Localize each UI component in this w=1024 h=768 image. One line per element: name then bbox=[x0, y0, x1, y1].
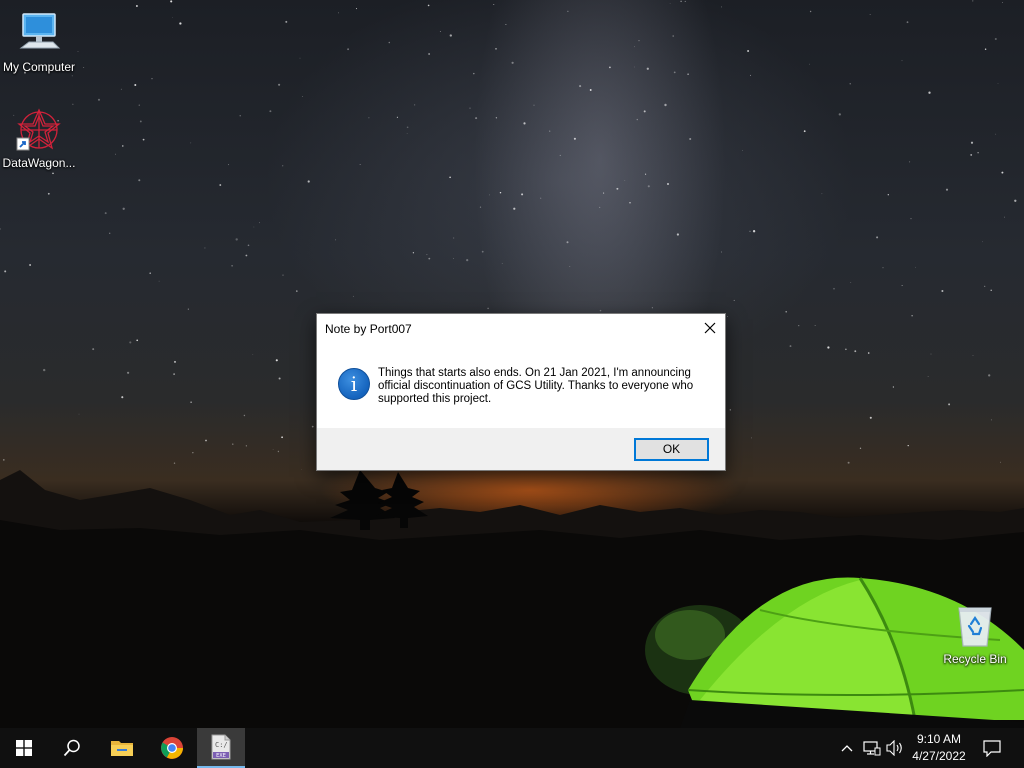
desktop-icon-label: DataWagon... bbox=[2, 156, 76, 170]
desktop-icon-label: Recycle Bin bbox=[943, 652, 1007, 666]
exe-file-icon: C:/ EXE bbox=[211, 734, 231, 760]
network-icon bbox=[863, 741, 881, 756]
clock[interactable]: 9:10 AM 4/27/2022 bbox=[906, 731, 972, 765]
desktop-icon-my-computer[interactable]: My Computer bbox=[0, 10, 78, 74]
exe-badge: EXE bbox=[216, 753, 226, 759]
close-icon bbox=[704, 322, 716, 334]
clock-date: 4/27/2022 bbox=[912, 749, 966, 763]
dialog-title: Note by Port007 bbox=[325, 322, 412, 336]
show-hidden-icons-button[interactable] bbox=[838, 728, 856, 768]
close-button[interactable] bbox=[695, 314, 725, 342]
message-dialog: Note by Port007 i Things that starts als… bbox=[316, 313, 726, 471]
search-icon bbox=[63, 739, 80, 757]
desktop-icon-label: My Computer bbox=[2, 60, 76, 74]
taskbar: C:/ EXE 9:10 AM 4/27/2022 bbox=[0, 728, 1024, 768]
info-icon: i bbox=[338, 368, 370, 400]
network-button[interactable] bbox=[860, 728, 884, 768]
recycle-bin-icon bbox=[951, 602, 999, 650]
exe-app-button[interactable]: C:/ EXE bbox=[197, 728, 245, 768]
folder-icon bbox=[111, 741, 133, 756]
start-button[interactable] bbox=[0, 728, 48, 768]
dialog-footer: OK bbox=[317, 428, 725, 470]
datawagon-shortcut-icon bbox=[15, 106, 63, 154]
chrome-icon bbox=[161, 737, 183, 759]
desktop-icon-recycle-bin[interactable]: Recycle Bin bbox=[936, 602, 1014, 666]
dialog-message: Things that starts also ends. On 21 Jan … bbox=[378, 367, 694, 405]
file-explorer-button[interactable] bbox=[98, 728, 146, 768]
search-button[interactable] bbox=[48, 728, 96, 768]
speaker-icon bbox=[886, 740, 902, 756]
ok-button[interactable]: OK bbox=[634, 438, 709, 461]
desktop-icon-datawagon[interactable]: DataWagon... bbox=[0, 106, 78, 170]
notification-icon bbox=[983, 740, 1001, 757]
chevron-up-icon bbox=[841, 745, 853, 752]
chrome-button[interactable] bbox=[148, 728, 196, 768]
volume-button[interactable] bbox=[884, 728, 906, 768]
svg-text:C:/: C:/ bbox=[215, 741, 228, 749]
notifications-button[interactable] bbox=[976, 728, 1008, 768]
monitor-icon bbox=[15, 10, 63, 58]
clock-time: 9:10 AM bbox=[916, 732, 962, 746]
windows-logo-icon bbox=[16, 740, 32, 756]
